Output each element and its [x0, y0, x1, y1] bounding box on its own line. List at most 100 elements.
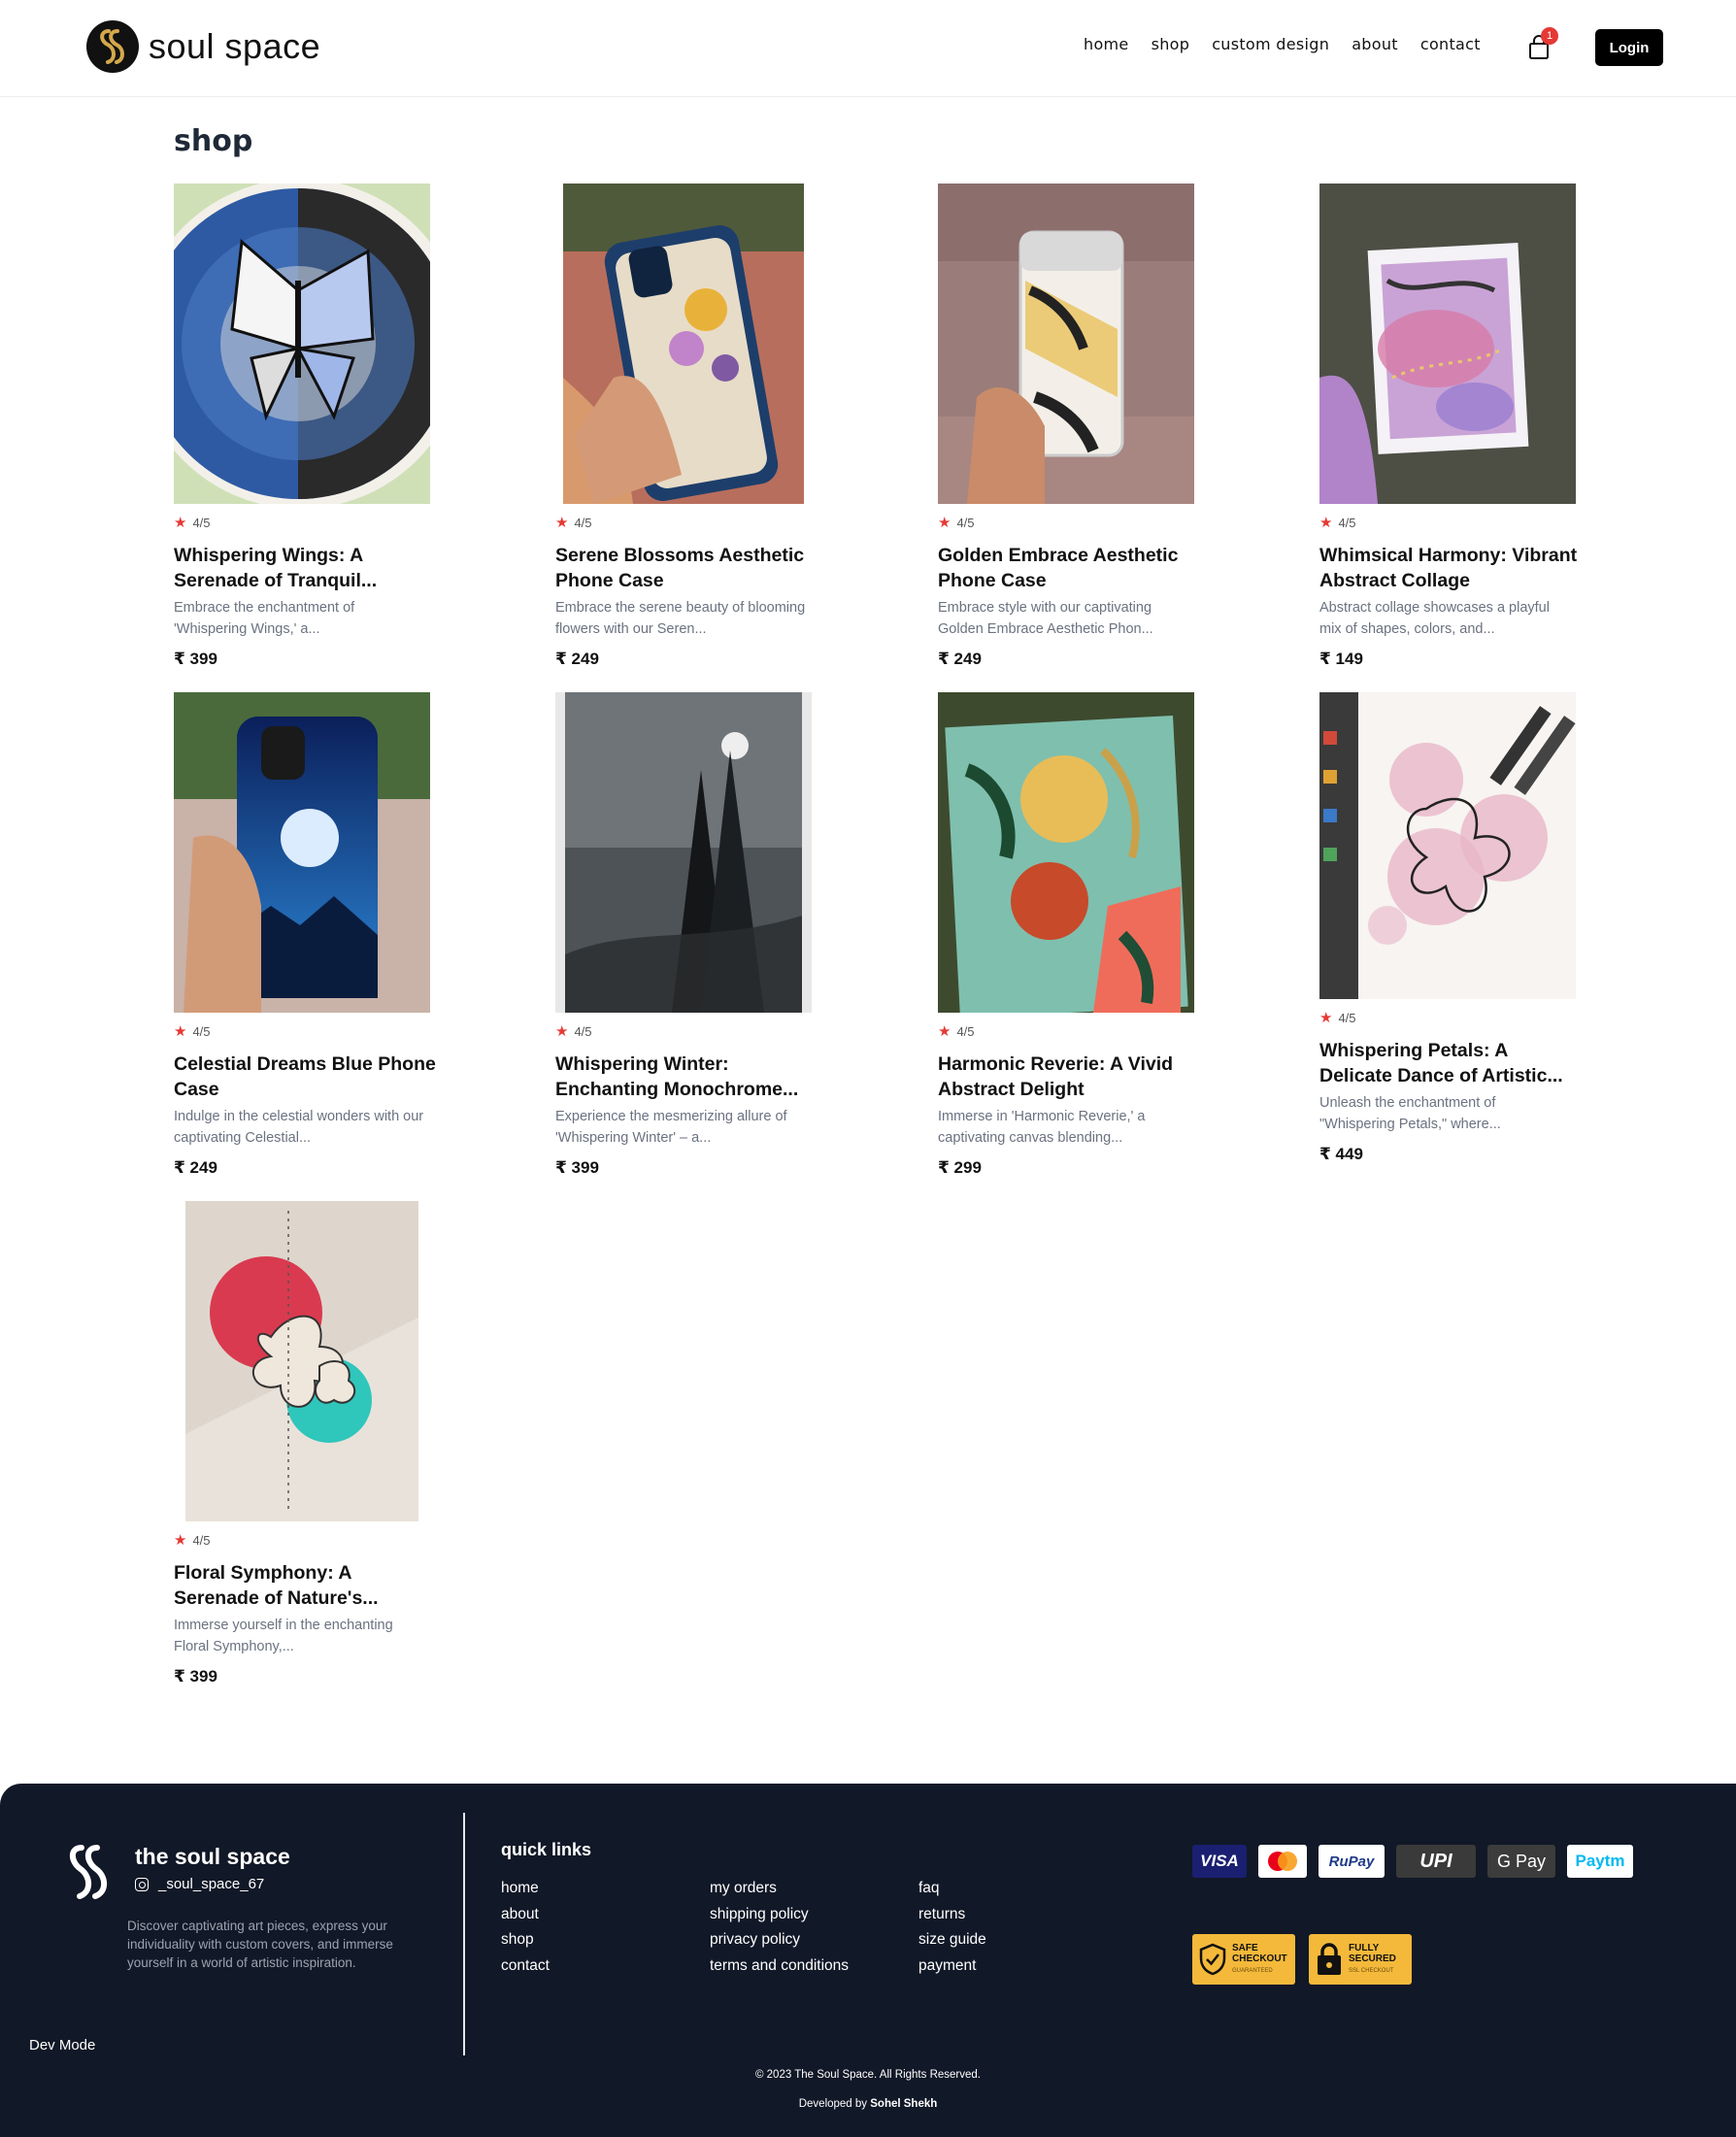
- product-image[interactable]: [174, 692, 430, 1013]
- product-description: Experience the mesmerizing allure of 'Wh…: [555, 1109, 787, 1146]
- star-icon: ★: [938, 1023, 951, 1040]
- product-rating: ★ 4/5: [938, 1022, 1196, 1040]
- cart-button[interactable]: 1: [1528, 27, 1558, 62]
- product-price: ₹ 449: [1319, 1145, 1363, 1163]
- product-image[interactable]: [1319, 184, 1576, 504]
- upi-icon: UPI: [1396, 1845, 1476, 1878]
- main-nav: home shop custom design about contact: [1084, 35, 1503, 53]
- footer-link-size-guide[interactable]: size guide: [918, 1927, 986, 1953]
- star-icon: ★: [174, 515, 187, 531]
- product-image[interactable]: [174, 1201, 430, 1521]
- product-rating: ★ 4/5: [938, 514, 1196, 531]
- nav-custom-design[interactable]: custom design: [1212, 35, 1329, 53]
- nav-home[interactable]: home: [1084, 35, 1129, 53]
- product-description: Unleash the enchantment of "Whispering P…: [1319, 1095, 1501, 1132]
- footer-link-payment[interactable]: payment: [918, 1953, 986, 1980]
- product-image[interactable]: [174, 184, 430, 504]
- product-card[interactable]: ★ 4/5 Whimsical Harmony: Vibrant Abstrac…: [1319, 184, 1578, 669]
- product-title[interactable]: Whispering Wings: A Serenade of Tranquil…: [174, 543, 436, 593]
- product-card[interactable]: ★ 4/5 Serene Blossoms Aesthetic Phone Ca…: [555, 184, 814, 669]
- product-title[interactable]: Whispering Petals: A Delicate Dance of A…: [1319, 1038, 1582, 1088]
- footer-logo-icon[interactable]: [64, 1844, 113, 1905]
- nav-shop[interactable]: shop: [1152, 35, 1190, 53]
- product-card[interactable]: ★ 4/5 Whispering Wings: A Serenade of Tr…: [174, 184, 432, 669]
- brand[interactable]: soul space: [86, 20, 320, 73]
- product-card[interactable]: ★ 4/5 Harmonic Reverie: A Vivid Abstract…: [938, 692, 1196, 1178]
- product-image[interactable]: [555, 184, 812, 504]
- product-card[interactable]: ★ 4/5 Whispering Petals: A Delicate Danc…: [1319, 692, 1578, 1164]
- product-description: Embrace the serene beauty of blooming fl…: [555, 600, 806, 637]
- star-icon: ★: [555, 1023, 569, 1040]
- footer-link-terms[interactable]: terms and conditions: [710, 1953, 849, 1980]
- product-rating: ★ 4/5: [174, 514, 432, 531]
- footer-link-shipping-policy[interactable]: shipping policy: [710, 1902, 849, 1928]
- product-title[interactable]: Serene Blossoms Aesthetic Phone Case: [555, 543, 818, 593]
- product-card[interactable]: ★ 4/5 Floral Symphony: A Serenade of Nat…: [174, 1201, 432, 1686]
- footer-brand-name: the soul space: [135, 1844, 290, 1869]
- product-title[interactable]: Whispering Winter: Enchanting Monochrome…: [555, 1052, 818, 1102]
- product-image[interactable]: [555, 692, 812, 1013]
- login-button[interactable]: Login: [1595, 29, 1663, 66]
- rating-value: 4/5: [1338, 1010, 1356, 1025]
- payment-methods: VISA RuPay UPI G Pay Paytm: [1192, 1845, 1645, 1878]
- footer-link-my-orders[interactable]: my orders: [710, 1876, 849, 1902]
- product-image[interactable]: [938, 184, 1194, 504]
- site-footer: the soul space _soul_space_67 Discover c…: [0, 1784, 1736, 2137]
- footer-link-about[interactable]: about: [501, 1902, 550, 1928]
- product-image[interactable]: [1319, 692, 1576, 999]
- rating-value: 4/5: [956, 1023, 975, 1039]
- footer-link-shop[interactable]: shop: [501, 1927, 550, 1953]
- product-price: ₹ 249: [938, 650, 982, 668]
- quick-links-col-3: faq returns size guide payment: [918, 1876, 986, 1979]
- footer-link-contact[interactable]: contact: [501, 1953, 550, 1980]
- product-description: Abstract collage showcases a playful mix…: [1319, 600, 1550, 637]
- cart-count-badge: 1: [1541, 27, 1558, 45]
- star-icon: ★: [174, 1023, 187, 1040]
- product-title[interactable]: Floral Symphony: A Serenade of Nature's.…: [174, 1560, 436, 1611]
- star-icon: ★: [1319, 1010, 1333, 1026]
- product-description: Immerse in 'Harmonic Reverie,' a captiva…: [938, 1109, 1146, 1146]
- dev-mode-toggle[interactable]: Dev Mode: [29, 2037, 95, 2054]
- footer-link-privacy-policy[interactable]: privacy policy: [710, 1927, 849, 1953]
- product-card[interactable]: ★ 4/5 Golden Embrace Aesthetic Phone Cas…: [938, 184, 1196, 669]
- rating-value: 4/5: [956, 515, 975, 530]
- product-title[interactable]: Whimsical Harmony: Vibrant Abstract Coll…: [1319, 543, 1582, 593]
- star-icon: ★: [938, 515, 951, 531]
- product-rating: ★ 4/5: [174, 1022, 432, 1040]
- nav-about[interactable]: about: [1352, 35, 1398, 53]
- footer-link-returns[interactable]: returns: [918, 1902, 986, 1928]
- instagram-handle: _soul_space_67: [158, 1876, 265, 1892]
- fully-secured-badge: FULLY SECURED SSL CHECKOUT: [1309, 1934, 1412, 1985]
- star-icon: ★: [555, 515, 569, 531]
- product-title[interactable]: Celestial Dreams Blue Phone Case: [174, 1052, 436, 1102]
- product-description: Embrace the enchantment of 'Whispering W…: [174, 600, 355, 637]
- product-price: ₹ 249: [174, 1158, 217, 1177]
- developed-by-text: Developed by Sohel Shekh: [798, 2098, 938, 2110]
- instagram-link[interactable]: _soul_space_67: [135, 1876, 264, 1892]
- brand-logo-icon: [86, 20, 139, 73]
- rating-value: 4/5: [1338, 515, 1356, 530]
- product-title[interactable]: Harmonic Reverie: A Vivid Abstract Delig…: [938, 1052, 1200, 1102]
- product-price: ₹ 299: [938, 1158, 982, 1177]
- visa-icon: VISA: [1192, 1845, 1247, 1878]
- footer-link-faq[interactable]: faq: [918, 1876, 986, 1902]
- rating-value: 4/5: [192, 515, 211, 530]
- quick-links-col-2: my orders shipping policy privacy policy…: [710, 1876, 849, 1979]
- product-image[interactable]: [938, 692, 1194, 1013]
- product-card[interactable]: ★ 4/5 Whispering Winter: Enchanting Mono…: [555, 692, 814, 1178]
- page-title: shop: [174, 124, 253, 158]
- quick-links-col-1: home about shop contact: [501, 1876, 550, 1979]
- product-rating: ★ 4/5: [174, 1531, 432, 1549]
- footer-link-home[interactable]: home: [501, 1876, 550, 1902]
- rupay-icon: RuPay: [1319, 1845, 1385, 1878]
- product-card[interactable]: ★ 4/5 Celestial Dreams Blue Phone Case I…: [174, 692, 436, 1178]
- product-price: ₹ 249: [555, 650, 599, 668]
- product-rating: ★ 4/5: [1319, 514, 1578, 531]
- footer-about-text: Discover captivating art pieces, express…: [127, 1919, 393, 1970]
- star-icon: ★: [1319, 515, 1333, 531]
- product-price: ₹ 399: [555, 1158, 599, 1177]
- developer-name[interactable]: Sohel Shekh: [870, 2098, 937, 2110]
- product-title[interactable]: Golden Embrace Aesthetic Phone Case: [938, 543, 1200, 593]
- paytm-icon: Paytm: [1567, 1845, 1633, 1878]
- nav-contact[interactable]: contact: [1420, 35, 1481, 53]
